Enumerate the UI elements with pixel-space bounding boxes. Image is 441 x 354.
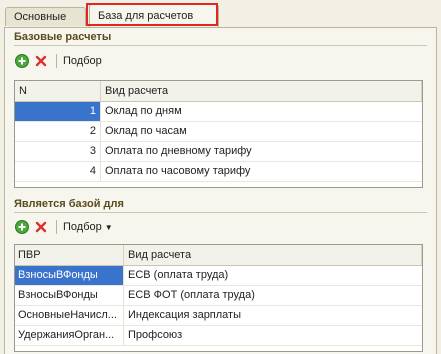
is-base-for-table: ПВР Вид расчета ВзносыВФонды ЕСВ (оплата…	[14, 244, 423, 352]
section-title-base-calculations: Базовые расчеты	[14, 31, 112, 43]
add-icon[interactable]	[14, 219, 30, 235]
row-number[interactable]: 1	[15, 102, 101, 121]
toolbar-base-calculations: Подбор	[14, 51, 102, 71]
table-row[interactable]: ВзносыВФонды ЕСВ ФОТ (оплата труда)	[15, 286, 422, 306]
calculation-type[interactable]: Индексация зарплаты	[124, 306, 422, 325]
toolbar-separator	[56, 220, 57, 234]
calculation-type[interactable]: Профсоюз	[124, 326, 422, 345]
section-divider	[14, 212, 427, 213]
column-header-n[interactable]: N	[15, 81, 101, 101]
table-header: ПВР Вид расчета	[15, 245, 422, 266]
table-row[interactable]: 3 Оплата по дневному тарифу	[15, 142, 422, 162]
toolbar-is-base-for: Подбор ▼	[14, 217, 113, 237]
row-number[interactable]: 2	[15, 122, 101, 141]
pick-button[interactable]: Подбор	[63, 55, 102, 67]
tab-calculation-base[interactable]: База для расчетов	[89, 4, 219, 28]
delete-icon[interactable]	[33, 219, 49, 235]
pick-dropdown-button[interactable]: Подбор	[63, 221, 102, 233]
calculation-type[interactable]: ЕСВ (оплата труда)	[124, 266, 422, 285]
pvr-cell[interactable]: ВзносыВФонды	[15, 286, 124, 305]
base-calculations-table: N Вид расчета 1 Оклад по дням 2 Оклад по…	[14, 80, 423, 188]
table-header: N Вид расчета	[15, 81, 422, 102]
column-header-calculation-type[interactable]: Вид расчета	[101, 81, 422, 101]
calculation-type[interactable]: ЕСВ ФОТ (оплата труда)	[124, 286, 422, 305]
column-header-calculation-type[interactable]: Вид расчета	[124, 245, 422, 265]
table-row[interactable]: УдержанияОрган... Профсоюз	[15, 326, 422, 346]
section-divider	[14, 45, 427, 46]
calculation-type[interactable]: Оплата по дневному тарифу	[101, 142, 422, 161]
pvr-cell[interactable]: ВзносыВФонды	[15, 266, 124, 285]
table-row[interactable]: ВзносыВФонды ЕСВ (оплата труда)	[15, 266, 422, 286]
calculation-type[interactable]: Оклад по часам	[101, 122, 422, 141]
section-title-is-base-for: Является базой для	[14, 198, 124, 210]
tab-bar: Основные База для расчетов	[0, 0, 441, 28]
delete-icon[interactable]	[33, 53, 49, 69]
calculation-type[interactable]: Оклад по дням	[101, 102, 422, 121]
chevron-down-icon[interactable]: ▼	[105, 223, 113, 232]
pvr-cell[interactable]: УдержанияОрган...	[15, 326, 124, 345]
table-row[interactable]: ОсновныеНачисл... Индексация зарплаты	[15, 306, 422, 326]
column-header-pvr[interactable]: ПВР	[15, 245, 124, 265]
row-number[interactable]: 4	[15, 162, 101, 181]
pvr-cell[interactable]: ОсновныеНачисл...	[15, 306, 124, 325]
row-number[interactable]: 3	[15, 142, 101, 161]
tab-main[interactable]: Основные	[5, 7, 86, 26]
calculation-type[interactable]: Оплата по часовому тарифу	[101, 162, 422, 181]
table-row[interactable]: 2 Оклад по часам	[15, 122, 422, 142]
toolbar-separator	[56, 54, 57, 68]
table-row[interactable]: 4 Оплата по часовому тарифу	[15, 162, 422, 182]
add-icon[interactable]	[14, 53, 30, 69]
table-row[interactable]: 1 Оклад по дням	[15, 102, 422, 122]
